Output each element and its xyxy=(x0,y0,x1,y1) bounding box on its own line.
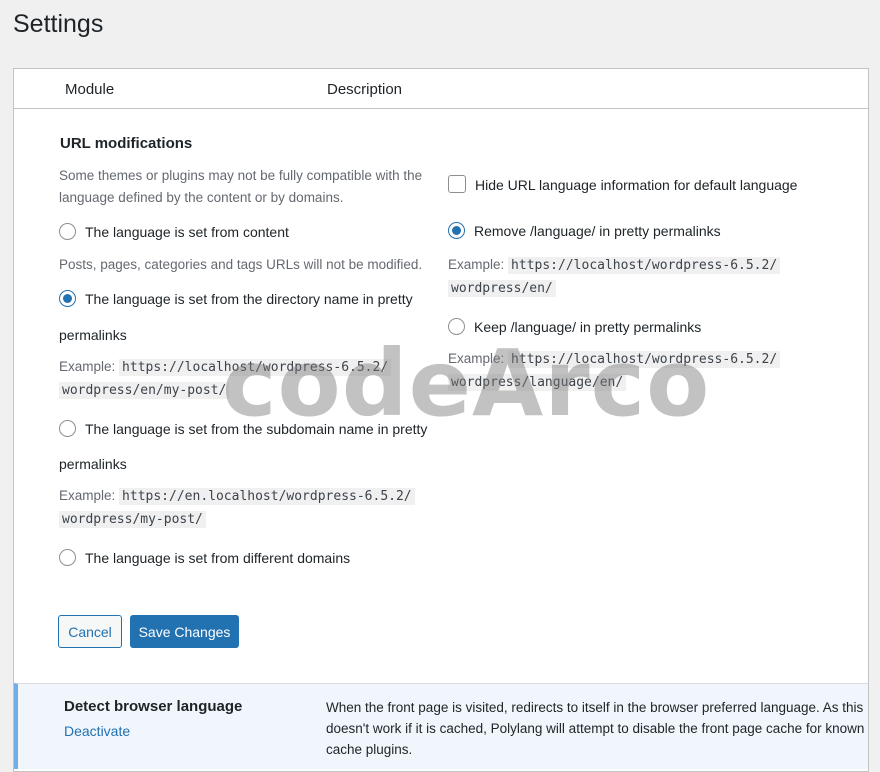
option-keep-language[interactable]: Keep /language/ in pretty permalinks xyxy=(448,317,848,337)
url-modifications-title: URL modifications xyxy=(60,135,193,152)
checkbox-hide-default[interactable] xyxy=(448,175,466,193)
radio-remove-language[interactable] xyxy=(448,222,465,239)
option-domains-label: The language is set from different domai… xyxy=(85,550,351,566)
example-label: Example: xyxy=(448,351,505,366)
option-subdomain-label: The language is set from the subdomain n… xyxy=(85,421,428,437)
example-code: https://en.localhost/wordpress-6.5.2/ xyxy=(119,488,415,505)
example-code-cont: wordpress/en/my-post/ xyxy=(59,382,230,399)
option-remove-language[interactable]: Remove /language/ in pretty permalinks xyxy=(448,221,848,241)
url-options-right: Hide URL language information for defaul… xyxy=(448,165,848,394)
option-subdomain[interactable]: The language is set from the subdomain n… xyxy=(59,419,444,439)
module-name: Detect browser language xyxy=(64,698,243,715)
modules-panel: Module Description URL modifications Som… xyxy=(13,68,869,772)
option-from-content-note: Posts, pages, categories and tags URLs w… xyxy=(59,257,423,272)
radio-subdomain[interactable] xyxy=(59,420,76,437)
option-subdomain-example: Example: https://en.localhost/wordpress-… xyxy=(59,485,444,531)
option-directory-label-cont: permalinks xyxy=(59,327,127,343)
column-header-module[interactable]: Module xyxy=(65,81,114,98)
example-label: Example: xyxy=(448,257,505,272)
option-remove-language-example: Example: https://localhost/wordpress-6.5… xyxy=(448,254,848,300)
option-remove-language-label: Remove /language/ in pretty permalinks xyxy=(474,223,721,239)
option-hide-default-label: Hide URL language information for defaul… xyxy=(475,177,798,193)
example-label: Example: xyxy=(59,488,116,503)
option-directory-example: Example: https://localhost/wordpress-6.5… xyxy=(59,356,444,402)
example-code-cont: wordpress/en/ xyxy=(448,280,556,297)
compat-note: Some themes or plugins may not be fully … xyxy=(59,168,423,205)
option-from-content-label: The language is set from content xyxy=(85,224,289,240)
module-description: When the front page is visited, redirect… xyxy=(326,700,865,757)
option-subdomain-label-cont: permalinks xyxy=(59,456,127,472)
option-keep-language-label: Keep /language/ in pretty permalinks xyxy=(474,319,702,335)
example-code: https://localhost/wordpress-6.5.2/ xyxy=(119,359,392,376)
radio-domains[interactable] xyxy=(59,549,76,566)
option-hide-default[interactable]: Hide URL language information for defaul… xyxy=(448,175,848,195)
example-code: https://localhost/wordpress-6.5.2/ xyxy=(508,351,781,368)
url-options-left: Some themes or plugins may not be fully … xyxy=(59,165,444,568)
example-code-cont: wordpress/my-post/ xyxy=(59,511,206,528)
radio-from-content[interactable] xyxy=(59,223,76,240)
page-title: Settings xyxy=(13,10,104,38)
option-keep-language-example: Example: https://localhost/wordpress-6.5… xyxy=(448,348,848,394)
option-directory[interactable]: The language is set from the directory n… xyxy=(59,289,444,309)
deactivate-link[interactable]: Deactivate xyxy=(64,723,130,739)
example-code: https://localhost/wordpress-6.5.2/ xyxy=(508,257,781,274)
option-domains[interactable]: The language is set from different domai… xyxy=(59,548,444,568)
option-directory-label: The language is set from the directory n… xyxy=(85,291,413,307)
cancel-button[interactable]: Cancel xyxy=(58,615,122,648)
table-header: Module Description xyxy=(14,69,868,109)
example-label: Example: xyxy=(59,359,116,374)
example-code-cont: wordpress/language/en/ xyxy=(448,374,627,391)
column-header-description[interactable]: Description xyxy=(327,81,402,98)
radio-directory[interactable] xyxy=(59,290,76,307)
module-row-detect-browser: Detect browser language Deactivate When … xyxy=(14,683,868,769)
option-from-content[interactable]: The language is set from content xyxy=(59,222,444,242)
radio-keep-language[interactable] xyxy=(448,318,465,335)
save-changes-button[interactable]: Save Changes xyxy=(130,615,239,648)
